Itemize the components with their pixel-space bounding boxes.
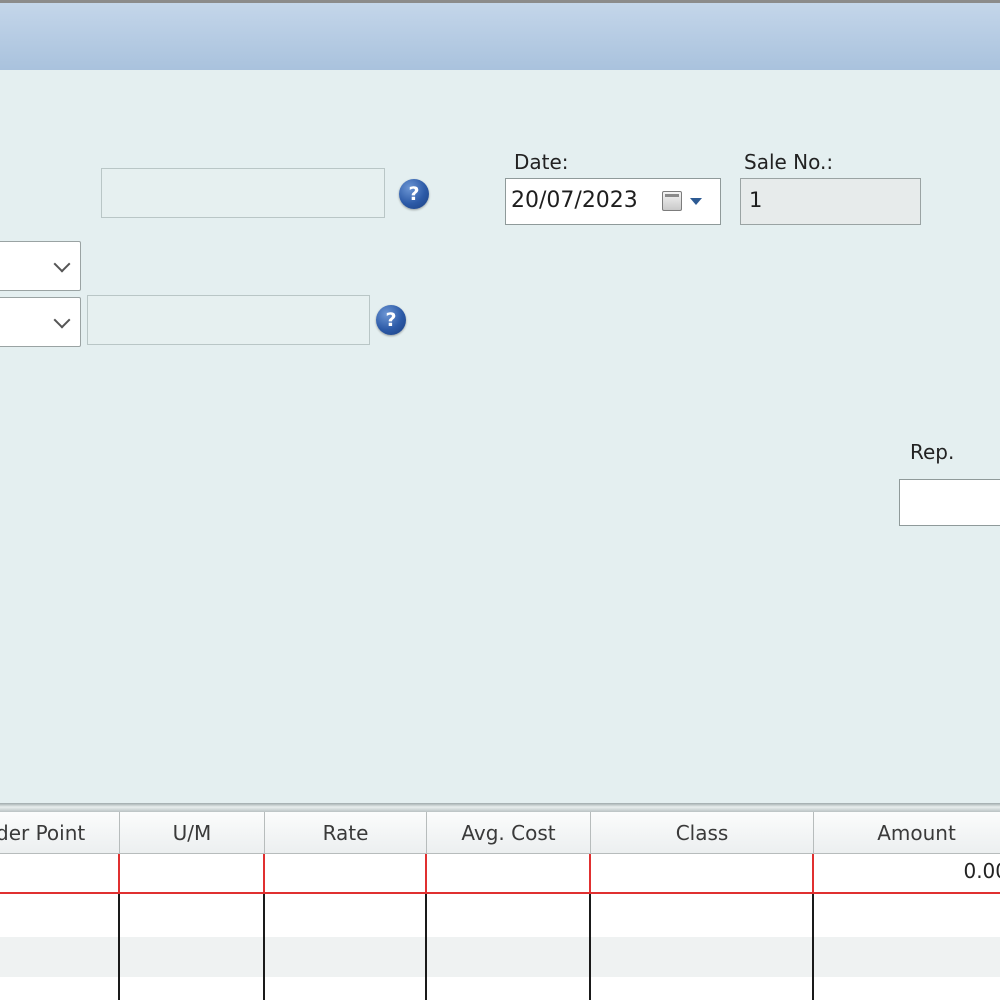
cell-border bbox=[263, 854, 265, 894]
calendar-icon[interactable] bbox=[662, 191, 682, 211]
table-row[interactable] bbox=[0, 937, 1000, 977]
table-row[interactable] bbox=[0, 854, 1000, 894]
column-header-amount[interactable]: Amount bbox=[814, 812, 1000, 854]
amount-cell[interactable]: 0.00 bbox=[963, 859, 1000, 883]
column-header-rate[interactable]: Rate bbox=[265, 812, 427, 854]
splitter-bar[interactable] bbox=[0, 803, 1000, 812]
help-icon[interactable]: ? bbox=[376, 305, 406, 335]
class-description-field[interactable] bbox=[87, 295, 370, 345]
column-header-label: Avg. Cost bbox=[461, 821, 556, 845]
sale-no-value: 1 bbox=[749, 188, 763, 212]
cell-border bbox=[812, 854, 814, 894]
rep-label: Rep. bbox=[910, 440, 955, 464]
cell-border bbox=[425, 854, 427, 894]
window-title-bar bbox=[0, 0, 1000, 70]
column-header-avg-cost[interactable]: Avg. Cost bbox=[427, 812, 591, 854]
column-header-class[interactable]: Class bbox=[591, 812, 814, 854]
cell-border bbox=[263, 894, 265, 1000]
chevron-down-icon[interactable] bbox=[53, 255, 71, 273]
cell-border bbox=[425, 894, 427, 1000]
column-header-label: Rate bbox=[322, 821, 369, 845]
column-header-label: U/M bbox=[172, 821, 212, 845]
column-header-um[interactable]: U/M bbox=[120, 812, 265, 854]
cell-border bbox=[812, 894, 814, 1000]
column-header-label: Class bbox=[675, 821, 729, 845]
rep-input[interactable] bbox=[899, 479, 1000, 526]
help-icon[interactable]: ? bbox=[399, 179, 429, 209]
customer-name-field[interactable] bbox=[101, 168, 385, 218]
line-items-grid[interactable]: der Point U/M Rate Avg. Cost Class Amoun… bbox=[0, 812, 1000, 1000]
column-header-reorder-point[interactable]: der Point bbox=[0, 812, 120, 854]
cell-border bbox=[589, 894, 591, 1000]
cell-border bbox=[118, 894, 120, 1000]
sale-no-field: 1 bbox=[740, 178, 921, 225]
sale-no-label: Sale No.: bbox=[744, 150, 834, 174]
dropdown-arrow-icon[interactable] bbox=[690, 198, 702, 205]
date-label: Date: bbox=[514, 150, 569, 174]
chevron-down-icon[interactable] bbox=[53, 311, 71, 329]
customer-combo[interactable] bbox=[0, 241, 81, 291]
class-combo[interactable] bbox=[0, 297, 81, 347]
date-value: 20/07/2023 bbox=[511, 188, 638, 213]
column-header-label: Amount bbox=[877, 821, 956, 845]
cell-border bbox=[589, 854, 591, 894]
column-header-label: der Point bbox=[0, 821, 86, 845]
cell-border bbox=[118, 854, 120, 894]
date-field[interactable]: 20/07/2023 bbox=[505, 178, 721, 225]
